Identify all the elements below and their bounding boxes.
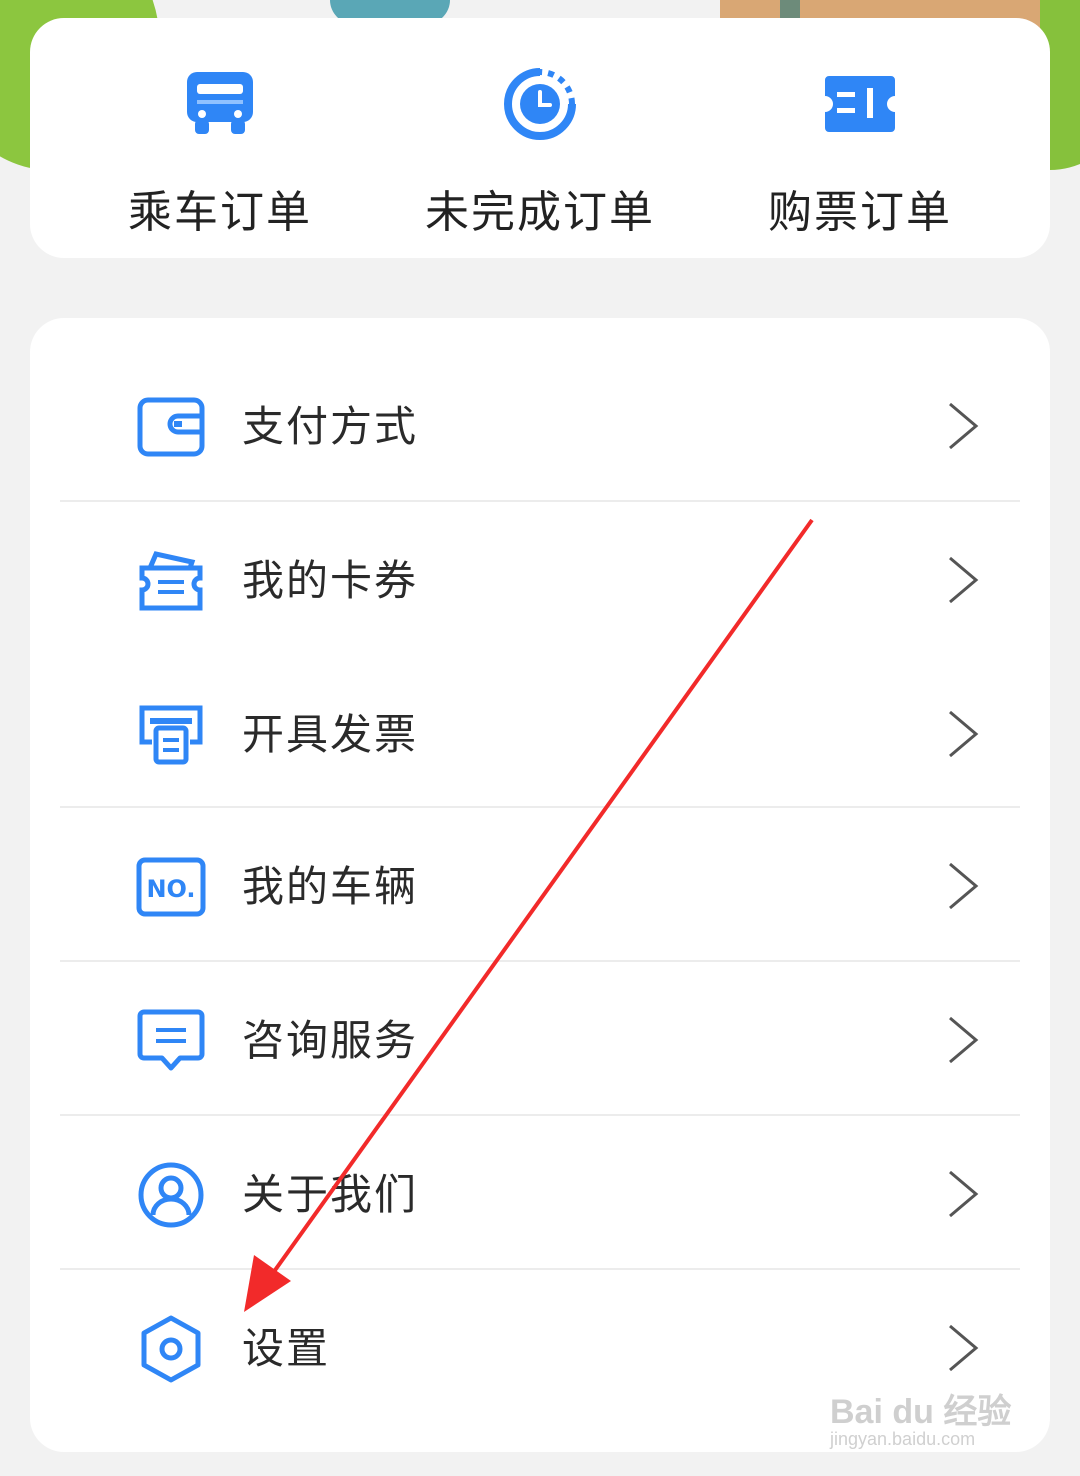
invoice-printer-icon bbox=[136, 700, 206, 770]
ticket-icon bbox=[820, 64, 900, 144]
user-circle-icon bbox=[136, 1160, 206, 1230]
svg-text:NO.: NO. bbox=[146, 875, 195, 903]
menu-item-coupons[interactable]: 我的卡券 bbox=[60, 502, 1020, 656]
chevron-right-icon bbox=[944, 1166, 984, 1222]
menu-item-label: 支付方式 bbox=[242, 402, 419, 451]
chevron-right-icon bbox=[944, 398, 984, 454]
chat-icon bbox=[136, 1006, 206, 1076]
menu-item-payment[interactable]: 支付方式 bbox=[60, 348, 1020, 502]
baidu-jingyan-watermark: Bai du 经验 jingyan.baidu.com bbox=[830, 1384, 1030, 1454]
settings-hexagon-icon bbox=[136, 1314, 206, 1384]
order-ride-label: 乘车订单 bbox=[128, 187, 312, 238]
chevron-right-icon bbox=[944, 552, 984, 608]
order-ticket-label: 购票订单 bbox=[768, 187, 952, 238]
bus-icon bbox=[180, 64, 260, 144]
order-ride-button[interactable]: 乘车订单 bbox=[60, 18, 380, 258]
menu-item-label: 咨询服务 bbox=[242, 1016, 419, 1065]
watermark-brand: Bai du 经验 bbox=[830, 1393, 1012, 1431]
menu-item-label: 我的卡券 bbox=[242, 556, 419, 605]
menu-item-consult[interactable]: 咨询服务 bbox=[60, 962, 1020, 1116]
menu-item-label: 设置 bbox=[242, 1324, 331, 1373]
wallet-icon bbox=[136, 392, 206, 462]
menu-item-label: 我的车辆 bbox=[242, 862, 419, 911]
menu-item-label: 开具发票 bbox=[242, 710, 419, 759]
order-unfinished-button[interactable]: 未完成订单 bbox=[380, 18, 700, 258]
chevron-right-icon bbox=[944, 858, 984, 914]
menu-item-about[interactable]: 关于我们 bbox=[60, 1116, 1020, 1270]
order-unfinished-label: 未完成订单 bbox=[425, 187, 655, 238]
chevron-right-icon bbox=[944, 1320, 984, 1376]
chevron-right-icon bbox=[944, 1012, 984, 1068]
clock-icon bbox=[500, 64, 580, 144]
menu-card: 支付方式 我的卡券 开具发票 NO. 我的车辆 咨询服务 关于我们 设置 bbox=[30, 318, 1050, 1452]
menu-item-invoice[interactable]: 开具发票 bbox=[60, 656, 1020, 810]
orders-card: 乘车订单 未完成订单 购票订单 bbox=[30, 18, 1050, 258]
coupon-icon bbox=[136, 546, 206, 616]
menu-item-label: 关于我们 bbox=[242, 1170, 419, 1219]
watermark-url: jingyan.baidu.com bbox=[830, 1429, 976, 1449]
menu-item-vehicles[interactable]: NO. 我的车辆 bbox=[60, 808, 1020, 962]
order-ticket-button[interactable]: 购票订单 bbox=[700, 18, 1020, 258]
license-plate-icon: NO. bbox=[136, 852, 206, 922]
chevron-right-icon bbox=[944, 706, 984, 762]
